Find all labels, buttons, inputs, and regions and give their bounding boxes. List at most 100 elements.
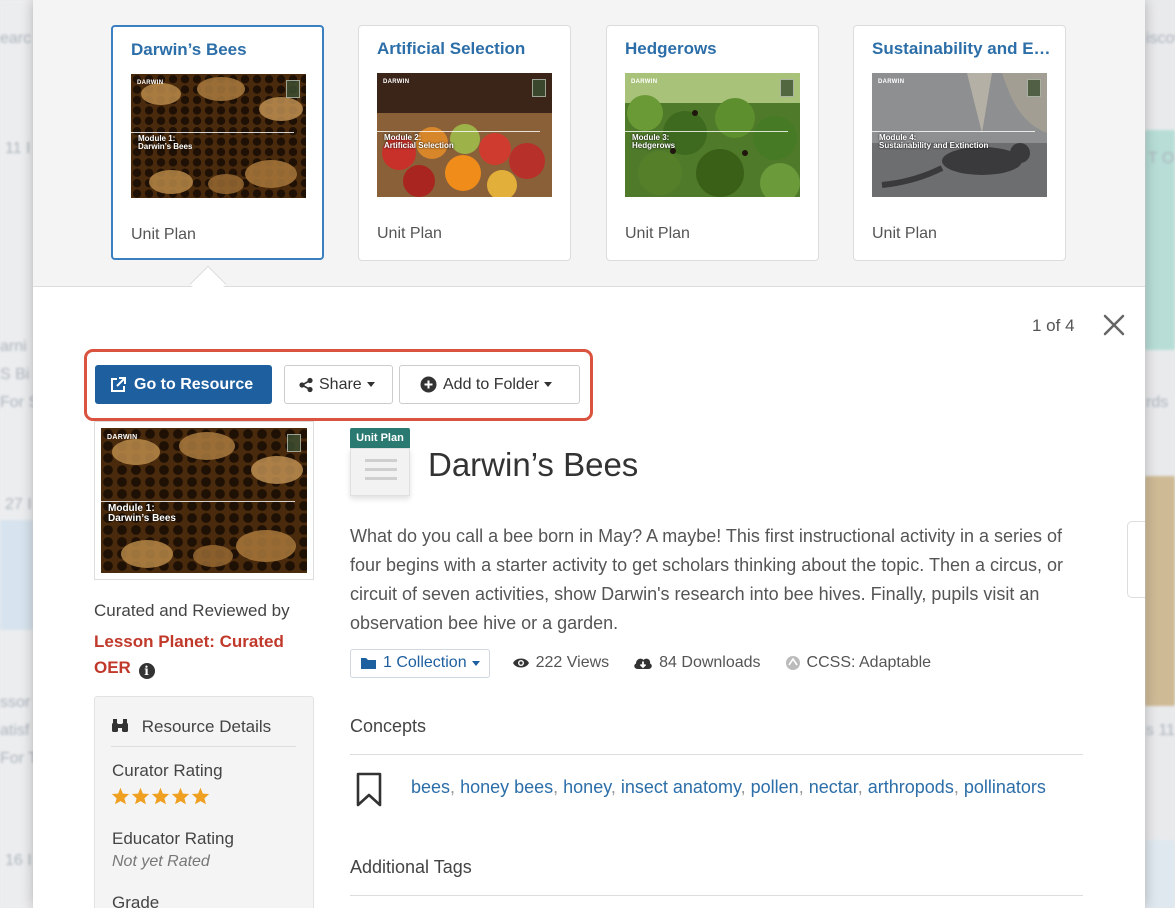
chevron-right-icon (1128, 522, 1145, 599)
go-to-resource-label: Go to Resource (134, 375, 254, 393)
card-type: Unit Plan (872, 225, 937, 242)
resource-thumbnail[interactable]: DARWIN Module 1: Darwin’s Bees (94, 421, 314, 580)
card-thumbnail: DARWIN Module 3: Hedgerows (625, 73, 800, 197)
star-icon (171, 787, 190, 805)
star-icon (111, 787, 130, 805)
resource-description: What do you call a bee born in May? A ma… (350, 526, 1064, 633)
share-button[interactable]: Share (284, 365, 393, 404)
share-icon (299, 377, 313, 392)
collection-button[interactable]: 1 Collection (350, 648, 490, 678)
thumb-caption: Module 2: Artificial Selection (384, 133, 454, 150)
star-icon (131, 787, 150, 805)
resource-details-panel: Resource Details Curator Rating Educator… (94, 696, 314, 908)
collection-label: 1 Collection (383, 654, 467, 671)
thumb-divider (872, 131, 1035, 132)
plus-circle-icon (420, 376, 437, 393)
share-label: Share (319, 375, 362, 393)
curator-rating-stars (111, 787, 211, 810)
resource-details-heading: Resource Details (111, 717, 296, 747)
thumb-badge (532, 79, 546, 97)
background-text-fragment: S Bi (0, 366, 30, 383)
background-tile (1145, 840, 1175, 908)
standards-icon (785, 656, 800, 670)
additional-tags-heading: Additional Tags (350, 857, 472, 877)
concept-link[interactable]: honey bees (460, 777, 553, 797)
thumb-caption: Module 1: Darwin’s Bees (108, 503, 176, 524)
fruit-basket-image: DARWIN Module 2: Artificial Selection (377, 73, 552, 197)
star-icon (191, 787, 210, 805)
close-button[interactable] (1101, 312, 1127, 338)
concept-link[interactable]: honey (563, 777, 611, 797)
iguana-image: DARWIN Module 4: Sustainability and Exti… (872, 73, 1047, 197)
resource-title: Darwin’s Bees (428, 446, 639, 484)
thumb-logo: DARWIN (107, 434, 138, 441)
concept-link[interactable]: bees (411, 777, 450, 797)
thumb-badge (286, 80, 300, 98)
downloads-count: 84 Downloads (633, 654, 761, 672)
concepts-list: bees, honey bees, honey, insect anatomy,… (411, 777, 1046, 797)
unit-carousel: Darwin’s Bees DARWIN Module 1: Darwin’s … (33, 0, 1145, 287)
info-icon[interactable]: i (138, 663, 155, 679)
curator-link[interactable]: Lesson Planet: Curated OER (94, 632, 284, 677)
concept-link[interactable]: arthropods (868, 777, 954, 797)
close-icon (1103, 314, 1125, 336)
eye-icon (512, 658, 529, 668)
thumb-divider (131, 132, 294, 133)
card-title: Hedgerows (625, 39, 717, 58)
curator-name: Lesson Planet: Curated OER i (94, 629, 314, 681)
carousel-card-hedgerows[interactable]: Hedgerows DARWIN Module 3: Hedgerows Uni… (606, 25, 819, 261)
binoculars-icon (112, 719, 128, 732)
concept-link[interactable]: nectar (809, 777, 858, 797)
pager-count: 1 of 4 (1032, 316, 1075, 335)
add-to-folder-button[interactable]: Add to Folder (399, 365, 580, 404)
card-title: Artificial Selection (377, 39, 526, 58)
card-thumbnail: DARWIN Module 4: Sustainability and Exti… (872, 73, 1047, 197)
carousel-card-artificial-selection[interactable]: Artificial Selection DARWIN Module 2: Ar… (358, 25, 571, 261)
thumb-logo: DARWIN (137, 80, 164, 86)
thumb-divider (625, 131, 788, 132)
background-text-fragment: earc (0, 30, 32, 47)
thumb-divider (101, 501, 295, 502)
thumb-caption: Module 4: Sustainability and Extinction (879, 133, 989, 150)
go-to-resource-button[interactable]: Go to Resource (95, 365, 272, 404)
carousel-card-sustainability[interactable]: Sustainability and Extinction DARWIN (853, 25, 1066, 261)
thumb-logo: DARWIN (878, 79, 905, 85)
thumb-badge (287, 434, 301, 452)
resource-meta-row: 1 Collection 222 Views 84 Downloads CCSS (350, 648, 955, 678)
background-text-fragment: ssor (0, 694, 31, 711)
chevron-down-icon (544, 382, 553, 387)
card-title: Sustainability and Extinction (872, 39, 1052, 58)
concept-link[interactable]: pollen (751, 777, 799, 797)
thumb-badge (1027, 79, 1041, 97)
educator-rating-label: Educator Rating (112, 829, 234, 848)
background-text-fragment: rds (1146, 394, 1169, 411)
concept-link[interactable]: pollinators (964, 777, 1046, 797)
standards-info: CCSS: Adaptable (785, 654, 931, 672)
background-text-fragment: 27 I (5, 496, 32, 513)
section-divider (350, 895, 1083, 896)
next-resource-button[interactable] (1127, 521, 1145, 598)
background-text-fragment: 11 I (5, 140, 31, 157)
resource-modal: Darwin’s Bees DARWIN Module 1: Darwin’s … (33, 0, 1145, 908)
curator-rating-label: Curator Rating (112, 761, 223, 780)
card-type: Unit Plan (377, 225, 442, 242)
background-tile (1145, 476, 1175, 706)
views-count: 222 Views (512, 654, 609, 672)
card-type: Unit Plan (625, 225, 690, 242)
resource-type-label: Unit Plan (350, 428, 410, 448)
thumb-divider (377, 131, 540, 132)
card-title: Darwin’s Bees (131, 40, 247, 59)
background-text-fragment: 16 I (5, 852, 32, 869)
chevron-down-icon (366, 382, 375, 387)
resource-type-badge: Unit Plan (350, 428, 410, 496)
concept-link[interactable]: insect anatomy (621, 777, 741, 797)
thumb-caption: Module 1: Darwin’s Bees (138, 134, 193, 151)
carousel-card-darwins-bees[interactable]: Darwin’s Bees DARWIN Module 1: Darwin’s … (111, 25, 324, 260)
add-to-folder-label: Add to Folder (443, 375, 540, 393)
concepts-heading: Concepts (350, 716, 427, 736)
thumb-logo: DARWIN (631, 79, 658, 85)
card-thumbnail: DARWIN Module 2: Artificial Selection (377, 73, 552, 197)
background-text-fragment: T O (1148, 150, 1175, 167)
card-type: Unit Plan (131, 226, 196, 243)
star-icon (151, 787, 170, 805)
